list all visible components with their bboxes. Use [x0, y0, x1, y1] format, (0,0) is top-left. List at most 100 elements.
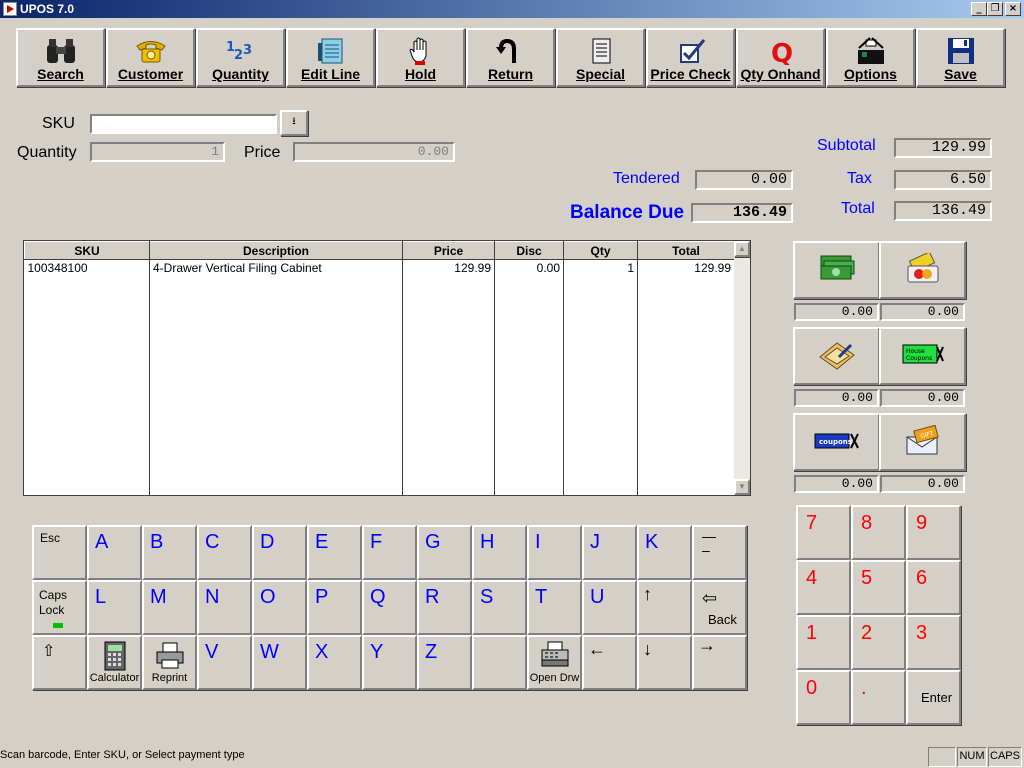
open-drawer-key[interactable]: Open Drw — [527, 635, 582, 690]
numpad-key-0[interactable]: 0 — [796, 670, 851, 725]
restore-button[interactable]: ❐ — [987, 2, 1003, 16]
key-h[interactable]: H — [472, 525, 527, 580]
quantity-field[interactable]: 1 — [90, 142, 225, 162]
key-v[interactable]: V — [197, 635, 252, 690]
key-r[interactable]: R — [417, 580, 472, 635]
key-q[interactable]: Q — [362, 580, 417, 635]
scroll-up-icon[interactable]: ▲ — [734, 241, 750, 257]
payment-check-button[interactable] — [793, 327, 880, 385]
backspace-key[interactable]: ⇦ Back — [692, 580, 747, 635]
numpad-key-5[interactable]: 5 — [851, 560, 906, 615]
payment-house-coupons-button[interactable]: House Coupons — [879, 327, 966, 385]
column-header-price[interactable]: Price — [402, 241, 495, 260]
dash-key[interactable]: — – — [692, 525, 747, 580]
numpad-key-1[interactable]: 1 — [796, 615, 851, 670]
shift-key[interactable]: ⇧ — [32, 635, 87, 690]
key-l[interactable]: L — [87, 580, 142, 635]
line-items-grid[interactable]: SKU Description Price Disc Qty Total 10034810… — [23, 240, 751, 496]
minimize-button[interactable]: _ — [971, 2, 987, 16]
column-header-qty[interactable]: Qty — [563, 241, 638, 260]
numpad-key-2[interactable]: 2 — [851, 615, 906, 670]
grid-scrollbar[interactable]: ▲ ▼ — [734, 241, 750, 495]
key-m[interactable]: M — [142, 580, 197, 635]
key-d[interactable]: D — [252, 525, 307, 580]
toolbar-qty-onhand-button[interactable]: Q Qty Onhand — [736, 28, 825, 87]
arrow-down-key[interactable]: ↓ — [637, 635, 692, 690]
reprint-key[interactable]: Reprint — [142, 635, 197, 690]
svg-text:2: 2 — [234, 48, 243, 63]
esc-key[interactable]: Esc — [32, 525, 87, 580]
payment-cash-button[interactable] — [793, 241, 880, 299]
key-i[interactable]: I — [527, 525, 582, 580]
toolbar-options-button[interactable]: Options — [826, 28, 915, 87]
toolbar-save-button[interactable]: Save — [916, 28, 1005, 87]
arrow-up-key[interactable]: ↑ — [637, 580, 692, 635]
key-n[interactable]: N — [197, 580, 252, 635]
toolbar-quantity-button[interactable]: 1 2 3 Quantity — [196, 28, 285, 87]
tax-label: Tax — [847, 170, 872, 187]
numpad-key-8[interactable]: 8 — [851, 505, 906, 560]
caps-lock-key[interactable]: Caps Lock — [32, 580, 87, 635]
toolbar-edit-line-button[interactable]: Edit Line — [286, 28, 375, 87]
key-p[interactable]: P — [307, 580, 362, 635]
payment-credit-card-button[interactable] — [879, 241, 966, 299]
caps-line1: Caps — [39, 588, 68, 602]
key-u[interactable]: U — [582, 580, 637, 635]
key-z[interactable]: Z — [417, 635, 472, 690]
numpad-key-9[interactable]: 9 — [906, 505, 961, 560]
key-label: J — [590, 531, 600, 553]
toolbar-hold-button[interactable]: Hold — [376, 28, 465, 87]
svg-text:Coupons: Coupons — [906, 355, 932, 362]
key-o[interactable]: O — [252, 580, 307, 635]
enter-key[interactable]: Enter — [906, 670, 961, 725]
numpad-key-7[interactable]: 7 — [796, 505, 851, 560]
toolbar-button-label: Save — [944, 66, 977, 82]
key-label: K — [645, 531, 659, 553]
column-header-disc[interactable]: Disc — [494, 241, 564, 260]
app-icon[interactable] — [3, 2, 17, 16]
arrow-up-icon: ↑ — [643, 584, 652, 604]
key-w[interactable]: W — [252, 635, 307, 690]
toolbar-price-check-button[interactable]: Price Check — [646, 28, 735, 87]
key-label: W — [260, 641, 279, 663]
payment-coupons-button[interactable]: coupons — [793, 413, 880, 471]
window-title: UPOS 7.0 — [20, 2, 75, 16]
key-a[interactable]: A — [87, 525, 142, 580]
key-c[interactable]: C — [197, 525, 252, 580]
key-s[interactable]: S — [472, 580, 527, 635]
close-button[interactable]: × — [1005, 2, 1021, 16]
sku-input[interactable] — [90, 114, 277, 134]
numpad-decimal-key[interactable]: . — [851, 670, 906, 725]
scroll-down-icon[interactable]: ▼ — [734, 479, 750, 495]
numpad-key-3[interactable]: 3 — [906, 615, 961, 670]
calculator-key[interactable]: Calculator — [87, 635, 142, 690]
binoculars-icon — [18, 36, 103, 66]
payment-gift-certificate-button[interactable]: GIFT — [879, 413, 966, 471]
numpad-key-4[interactable]: 4 — [796, 560, 851, 615]
key-b[interactable]: B — [142, 525, 197, 580]
blank-key[interactable] — [472, 635, 527, 690]
arrow-right-key[interactable]: → — [692, 635, 747, 690]
toolbar-return-button[interactable]: Return — [466, 28, 555, 87]
column-header-sku[interactable]: SKU — [24, 241, 150, 260]
toolbar-special-button[interactable]: Special — [556, 28, 645, 87]
toolbar-search-button[interactable]: Search — [16, 28, 105, 87]
numpad-key-6[interactable]: 6 — [906, 560, 961, 615]
toolbar-customer-button[interactable]: Customer — [106, 28, 195, 87]
key-t[interactable]: T — [527, 580, 582, 635]
column-header-description[interactable]: Description — [149, 241, 403, 260]
cell-disc: 0.00 — [494, 259, 564, 276]
key-g[interactable]: G — [417, 525, 472, 580]
key-y[interactable]: Y — [362, 635, 417, 690]
price-field[interactable]: 0.00 — [293, 142, 455, 162]
column-header-total[interactable]: Total — [637, 241, 735, 260]
key-f[interactable]: F — [362, 525, 417, 580]
table-row[interactable]: 100348100 4-Drawer Vertical Filing Cabine… — [24, 259, 735, 276]
key-x[interactable]: X — [307, 635, 362, 690]
key-k[interactable]: K — [637, 525, 692, 580]
key-e[interactable]: E — [307, 525, 362, 580]
sku-dropdown-button[interactable]: ⭳ — [280, 110, 308, 136]
options-icon — [828, 36, 913, 66]
key-j[interactable]: J — [582, 525, 637, 580]
arrow-left-key[interactable]: ← — [582, 635, 637, 690]
